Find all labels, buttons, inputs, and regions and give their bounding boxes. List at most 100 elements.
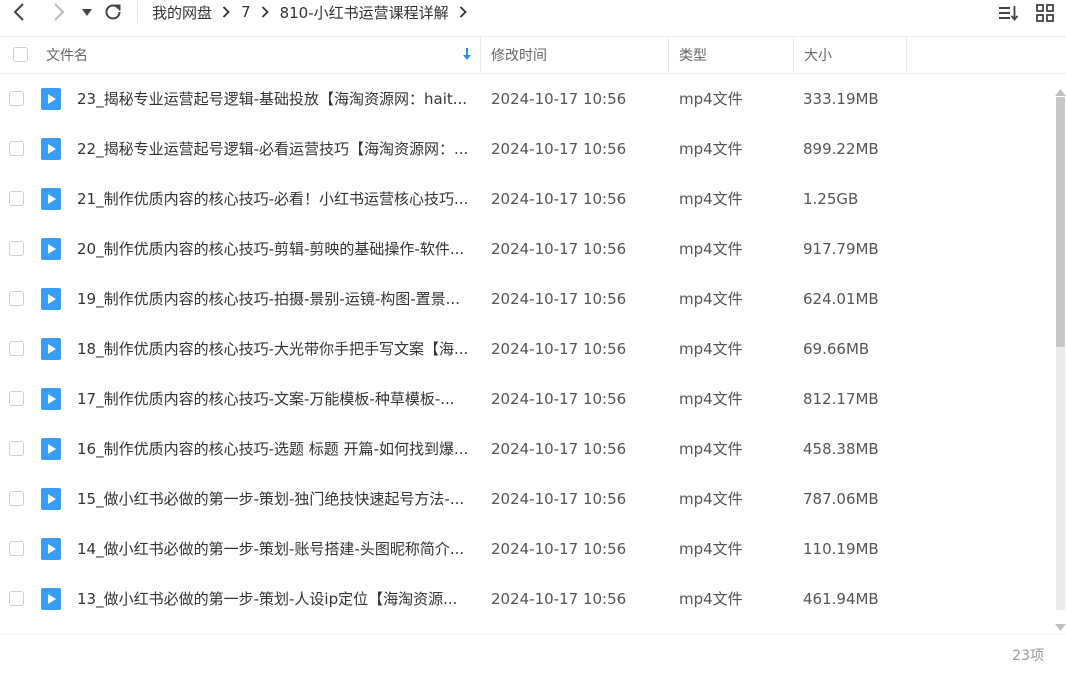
sort-down-arrow-icon xyxy=(462,48,472,65)
row-checkbox[interactable] xyxy=(9,441,24,456)
video-file-icon xyxy=(41,488,61,510)
column-header-size[interactable]: 大小 xyxy=(804,37,904,73)
video-file-icon xyxy=(41,388,61,410)
breadcrumb-separator-icon xyxy=(459,6,467,18)
column-header-name[interactable]: 文件名 xyxy=(46,37,480,73)
scrollbar-thumb[interactable] xyxy=(1056,97,1065,347)
file-modified: 2024-10-17 10:56 xyxy=(491,590,627,608)
file-row[interactable]: 22_揭秘专业运营起号逻辑-必看运营技巧【海淘资源网：... 2024-10-1… xyxy=(0,124,1054,174)
file-name[interactable]: 23_揭秘专业运营起号逻辑-基础投放【海淘资源网：hait... xyxy=(77,74,469,124)
file-modified: 2024-10-17 10:56 xyxy=(491,490,627,508)
file-row[interactable]: 19_制作优质内容的核心技巧-拍摄-景别-运镜-构图-置景... 2024-10… xyxy=(0,274,1054,324)
file-size: 1.25GB xyxy=(803,190,859,208)
file-type: mp4文件 xyxy=(679,290,743,308)
column-header-type-label: 类型 xyxy=(679,48,707,64)
sort-button[interactable] xyxy=(998,2,1020,24)
select-all-checkbox[interactable] xyxy=(13,47,28,62)
row-checkbox[interactable] xyxy=(9,391,24,406)
video-file-icon xyxy=(41,188,61,210)
refresh-icon xyxy=(105,4,121,20)
file-size: 69.66MB xyxy=(803,340,870,358)
video-file-icon xyxy=(41,138,61,160)
file-list-header: 文件名 修改时间 类型 大小 xyxy=(0,36,1066,74)
breadcrumb-folder-7[interactable]: 7 xyxy=(241,3,251,21)
file-row[interactable]: 13_做小红书必做的第一步-策划-人设ip定位【海淘资源... 2024-10-… xyxy=(0,574,1054,624)
footer-divider xyxy=(0,634,1066,635)
file-modified: 2024-10-17 10:56 xyxy=(491,540,627,558)
history-dropdown-button[interactable] xyxy=(80,0,94,24)
row-checkbox[interactable] xyxy=(9,291,24,306)
file-row[interactable]: 21_制作优质内容的核心技巧-必看！小红书运营核心技巧... 2024-10-1… xyxy=(0,174,1054,224)
file-name[interactable]: 13_做小红书必做的第一步-策划-人设ip定位【海淘资源... xyxy=(77,574,469,624)
row-checkbox[interactable] xyxy=(9,91,24,106)
row-checkbox[interactable] xyxy=(9,341,24,356)
forward-button[interactable] xyxy=(48,0,70,24)
file-size: 110.19MB xyxy=(803,540,879,558)
file-size: 333.19MB xyxy=(803,90,879,108)
video-file-icon xyxy=(41,88,61,110)
back-button[interactable] xyxy=(8,0,30,24)
row-checkbox[interactable] xyxy=(9,491,24,506)
caret-down-icon xyxy=(82,8,92,16)
file-name[interactable]: 22_揭秘专业运营起号逻辑-必看运营技巧【海淘资源网：... xyxy=(77,124,469,174)
file-row[interactable]: 17_制作优质内容的核心技巧-文案-万能模板-种草模板-... 2024-10-… xyxy=(0,374,1054,424)
file-size: 458.38MB xyxy=(803,440,879,458)
file-type: mp4文件 xyxy=(679,140,743,158)
row-checkbox[interactable] xyxy=(9,141,24,156)
file-type: mp4文件 xyxy=(679,590,743,608)
file-type: mp4文件 xyxy=(679,190,743,208)
file-row[interactable]: 23_揭秘专业运营起号逻辑-基础投放【海淘资源网：hait... 2024-10… xyxy=(0,74,1054,124)
breadcrumb-current-folder[interactable]: 810-小红书运营课程详解 xyxy=(280,2,449,23)
row-checkbox[interactable] xyxy=(9,241,24,256)
file-type: mp4文件 xyxy=(679,490,743,508)
file-modified: 2024-10-17 10:56 xyxy=(491,440,627,458)
video-file-icon xyxy=(41,238,61,260)
chevron-left-icon xyxy=(13,3,24,21)
column-divider xyxy=(793,37,794,73)
file-modified: 2024-10-17 10:56 xyxy=(491,90,627,108)
file-modified: 2024-10-17 10:56 xyxy=(491,290,627,308)
column-header-modified[interactable]: 修改时间 xyxy=(491,37,667,73)
file-row[interactable]: 16_制作优质内容的核心技巧-选题 标题 开篇-如何找到爆... 2024-10… xyxy=(0,424,1054,474)
file-modified: 2024-10-17 10:56 xyxy=(491,390,627,408)
top-bar: 我的网盘 7 810-小红书运营课程详解 xyxy=(0,0,1066,28)
breadcrumb-root[interactable]: 我的网盘 xyxy=(152,2,212,23)
file-row[interactable]: 20_制作优质内容的核心技巧-剪辑-剪映的基础操作-软件... 2024-10-… xyxy=(0,224,1054,274)
sort-icon xyxy=(999,6,1019,21)
file-name[interactable]: 17_制作优质内容的核心技巧-文案-万能模板-种草模板-... xyxy=(77,374,469,424)
file-type: mp4文件 xyxy=(679,340,743,358)
file-name[interactable]: 19_制作优质内容的核心技巧-拍摄-景别-运镜-构图-置景... xyxy=(77,274,469,324)
file-name[interactable]: 21_制作优质内容的核心技巧-必看！小红书运营核心技巧... xyxy=(77,174,469,224)
video-file-icon xyxy=(41,588,61,610)
row-checkbox[interactable] xyxy=(9,591,24,606)
column-header-type[interactable]: 类型 xyxy=(679,37,791,73)
file-size: 624.01MB xyxy=(803,290,879,308)
file-row[interactable]: 18_制作优质内容的核心技巧-大光带你手把手写文案【海... 2024-10-1… xyxy=(0,324,1054,374)
file-size: 917.79MB xyxy=(803,240,879,258)
video-file-icon xyxy=(41,538,61,560)
nav-divider xyxy=(137,2,138,22)
file-name[interactable]: 16_制作优质内容的核心技巧-选题 标题 开篇-如何找到爆... xyxy=(77,424,469,474)
file-name[interactable]: 15_做小红书必做的第一步-策划-独门绝技快速起号方法-... xyxy=(77,474,469,524)
scrollbar-remaining-track[interactable] xyxy=(1056,347,1065,610)
refresh-button[interactable] xyxy=(102,0,124,24)
file-size: 787.06MB xyxy=(803,490,879,508)
row-checkbox[interactable] xyxy=(9,191,24,206)
row-checkbox[interactable] xyxy=(9,541,24,556)
file-type: mp4文件 xyxy=(679,240,743,258)
grid-view-button[interactable] xyxy=(1034,2,1056,24)
file-size: 812.17MB xyxy=(803,390,879,408)
breadcrumb-separator-icon xyxy=(261,6,269,18)
column-divider xyxy=(480,37,481,73)
file-type: mp4文件 xyxy=(679,390,743,408)
column-divider xyxy=(668,37,669,73)
grid-view-icon xyxy=(1036,4,1054,22)
file-type: mp4文件 xyxy=(679,540,743,558)
file-name[interactable]: 18_制作优质内容的核心技巧-大光带你手把手写文案【海... xyxy=(77,324,469,374)
file-list: 23_揭秘专业运营起号逻辑-基础投放【海淘资源网：hait... 2024-10… xyxy=(0,74,1054,634)
column-header-modified-label: 修改时间 xyxy=(491,48,547,64)
file-name[interactable]: 20_制作优质内容的核心技巧-剪辑-剪映的基础操作-软件... xyxy=(77,224,469,274)
file-row[interactable]: 15_做小红书必做的第一步-策划-独门绝技快速起号方法-... 2024-10-… xyxy=(0,474,1054,524)
file-row[interactable]: 14_做小红书必做的第一步-策划-账号搭建-头图昵称简介... 2024-10-… xyxy=(0,524,1054,574)
file-name[interactable]: 14_做小红书必做的第一步-策划-账号搭建-头图昵称简介... xyxy=(77,524,469,574)
